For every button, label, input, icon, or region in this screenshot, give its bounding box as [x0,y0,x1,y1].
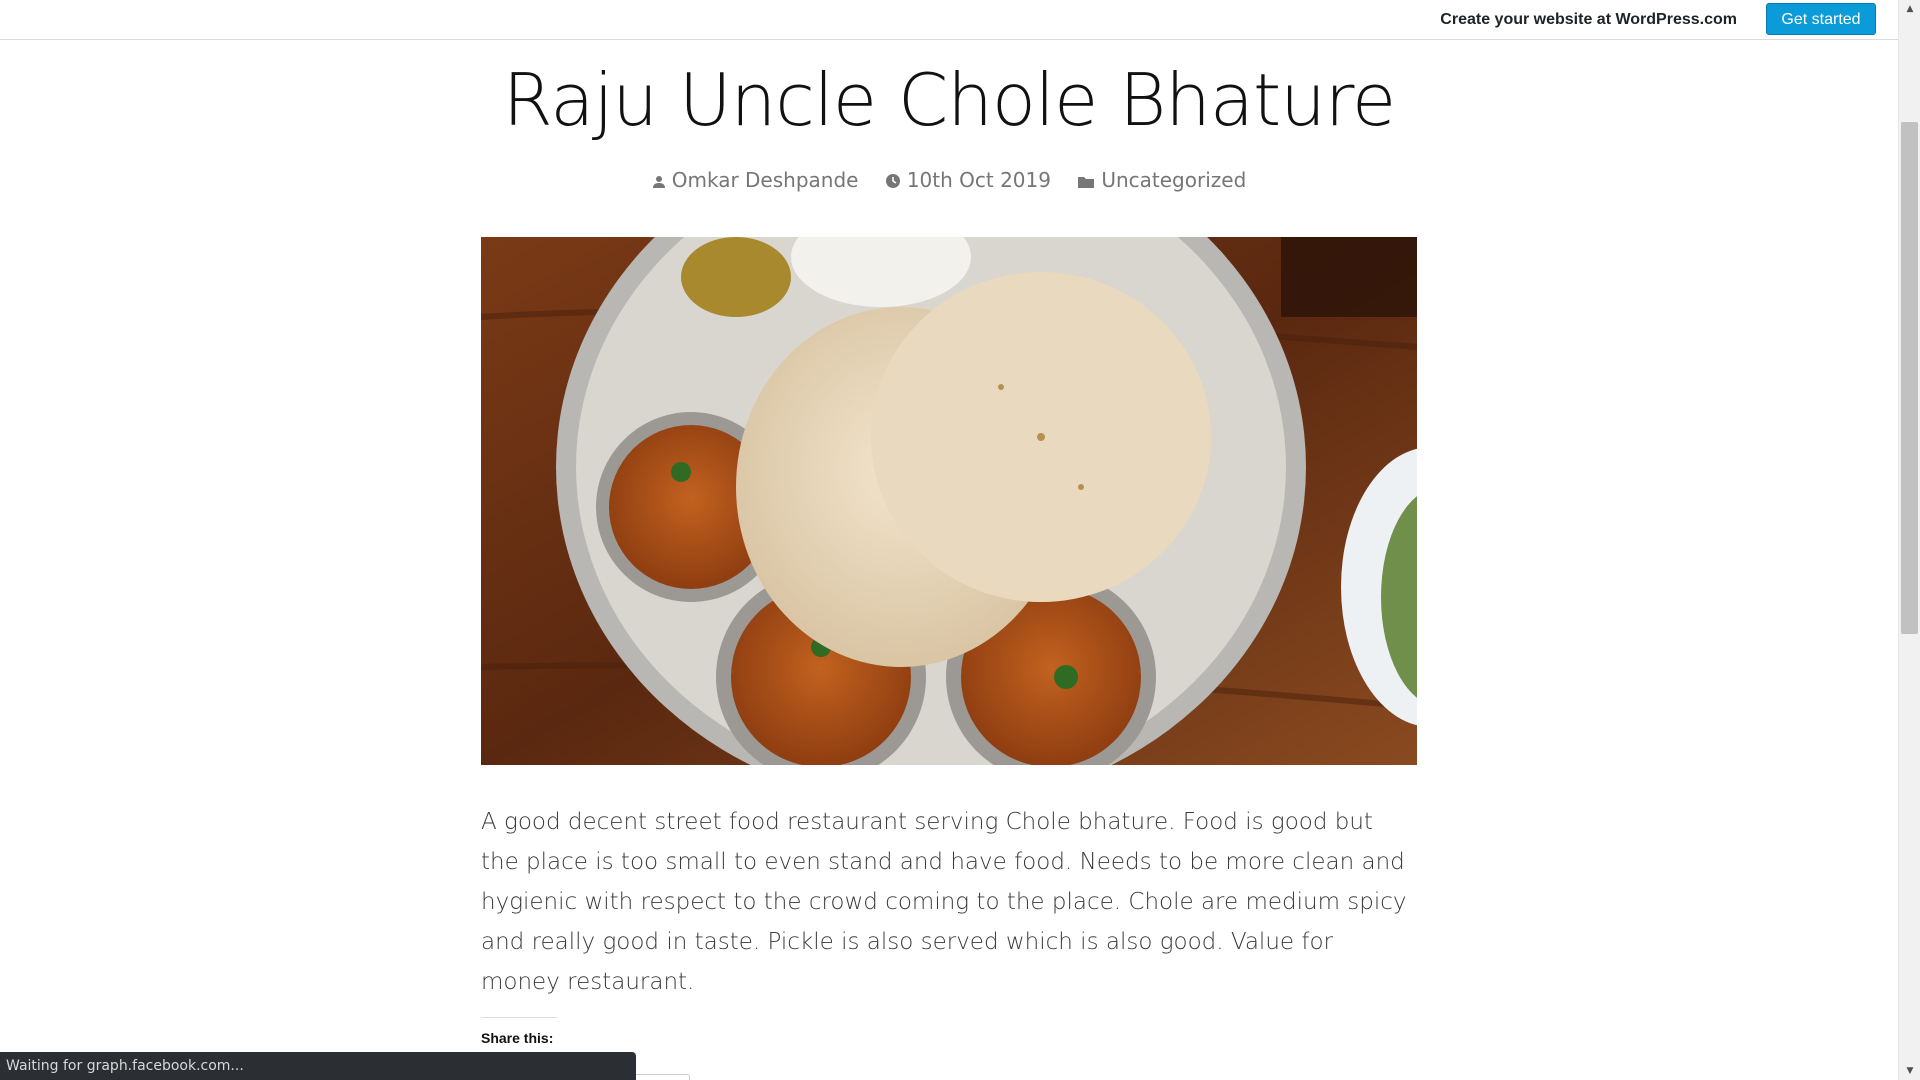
get-started-button[interactable]: Get started [1766,3,1876,35]
wordpress-banner: Create your website at WordPress.com Get… [0,0,1898,40]
folder-icon [1078,176,1095,188]
food-photo [481,237,1417,765]
vertical-scrollbar[interactable]: ▲ ▼ [1898,0,1920,1080]
post-author[interactable]: Omkar Deshpande [652,168,859,192]
scroll-down-arrow-icon[interactable]: ▼ [1899,1062,1920,1080]
create-website-link[interactable]: Create your website at WordPress.com [1440,11,1737,29]
featured-image [481,237,1417,765]
post-title: Raju Uncle Chole Bhature [502,58,1396,142]
category-link[interactable]: Uncategorized [1101,168,1246,192]
share-heading: Share this: [481,1017,557,1046]
scroll-up-arrow-icon[interactable]: ▲ [1899,0,1920,18]
date-text[interactable]: 10th Oct 2019 [907,168,1051,192]
person-icon [652,175,665,188]
page: Create your website at WordPress.com Get… [0,0,1920,1080]
post-category[interactable]: Uncategorized [1077,168,1246,192]
clock-icon [885,173,900,188]
status-bar: Waiting for graph.facebook.com... [0,1052,636,1080]
post-date[interactable]: 10th Oct 2019 [885,168,1051,192]
author-name[interactable]: Omkar Deshpande [672,168,859,192]
post-meta: Omkar Deshpande 10th Oct 2019 Uncategori… [0,166,1898,192]
scroll-thumb[interactable] [1901,122,1918,634]
post-body: A good decent street food restaurant ser… [481,809,1407,995]
post-content: A good decent street food restaurant ser… [481,802,1417,1002]
